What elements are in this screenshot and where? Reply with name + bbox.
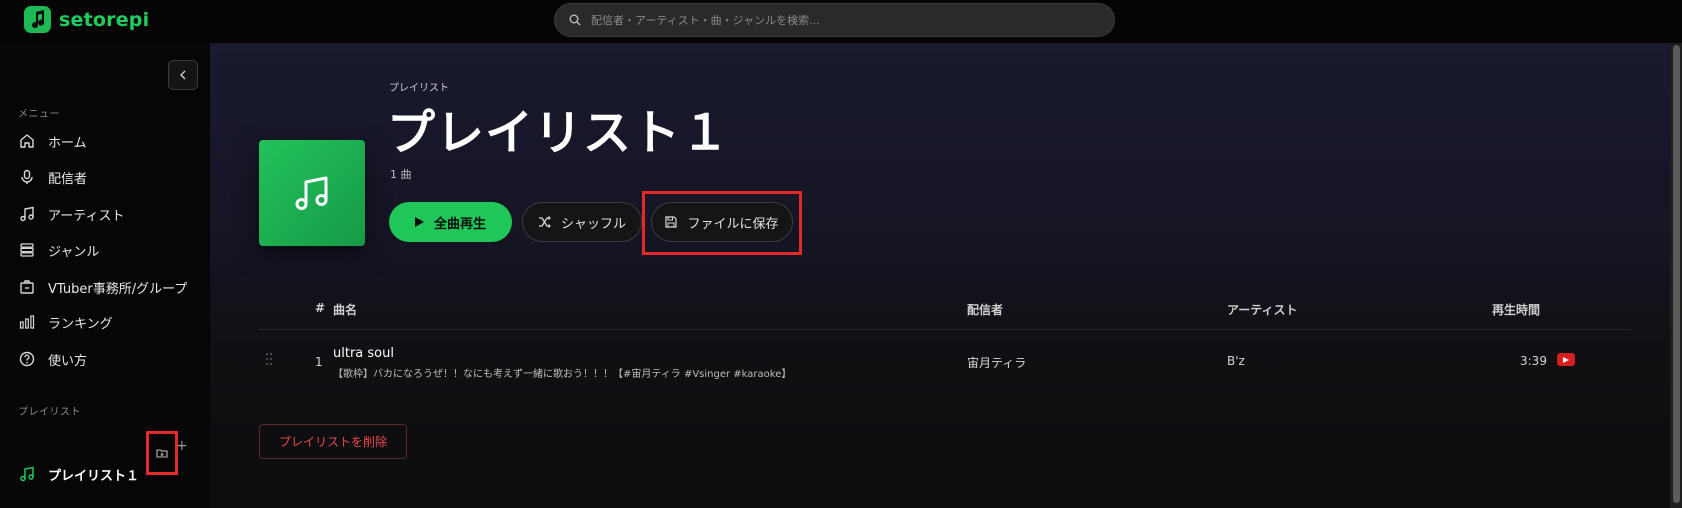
chevron-left-icon [180,70,186,80]
sidebar-item-label: ホーム [48,135,87,151]
column-header-title[interactable]: 曲名 [333,301,357,318]
logo[interactable]: setorepi [24,6,149,33]
sidebar-item-label: ランキング [48,316,113,332]
sidebar-item-agencies[interactable]: VTuber事務所/グループ [18,274,187,300]
search-input[interactable] [591,13,1071,27]
song-count: 1 曲 [390,168,412,181]
sidebar-item-label: ジャンル [48,244,100,260]
play-all-button[interactable]: 全曲再生 [389,202,512,242]
folder-icon [156,449,168,458]
music-note-icon [18,205,36,223]
column-header-streamer[interactable]: 配信者 [967,301,1003,318]
sidebar-item-help[interactable]: 使い方 [18,346,87,372]
layers-icon [18,241,36,259]
app-name: setorepi [59,8,150,31]
sidebar-item-streamers[interactable]: 配信者 [18,164,87,190]
column-header-num: # [315,301,326,315]
highlight-box [642,191,802,255]
sidebar-item-label: 配信者 [48,171,88,187]
sidebar-playlist-item[interactable]: プレイリスト１ [18,461,139,487]
youtube-icon[interactable] [1557,353,1575,366]
shuffle-icon [538,216,551,228]
scrollbar-thumb[interactable] [1673,45,1680,503]
music-note-icon [18,465,36,483]
main-content: プレイリスト プレイリスト１ 1 曲 全曲再生 シャッフル ファイルに保存 # … [210,43,1670,508]
delete-playlist-button[interactable]: プレイリストを削除 [259,424,407,459]
add-playlist-button[interactable]: + [176,438,188,454]
playlist-cover [259,140,365,246]
logo-music-icon [24,6,51,33]
shuffle-button[interactable]: シャッフル [522,202,642,242]
song-stream-title: 【歌枠】バカになろうぜ！！なにも考えず一緒に歌おう！！！【#宙月ティラ #Vsi… [333,369,792,380]
table-divider [259,329,1630,330]
collapse-sidebar-button[interactable] [168,60,198,90]
column-header-artist[interactable]: アーティスト [1227,301,1298,318]
building-icon [18,278,36,296]
row-number: 1 [315,355,323,369]
sidebar-item-label: 使い方 [48,353,88,369]
play-icon [414,217,424,227]
home-icon [18,132,36,150]
menu-section-label: メニュー [18,109,60,120]
play-all-label: 全曲再生 [433,216,486,232]
playlist-section-label: プレイリスト [18,407,81,418]
bar-chart-icon [18,313,36,331]
sidebar-item-label: アーティスト [48,208,125,224]
row-artist[interactable]: B'z [1227,354,1245,368]
shuffle-label: シャッフル [560,216,626,232]
sidebar-playlist-label: プレイリスト１ [48,468,140,484]
song-title[interactable]: ultra soul [333,346,394,361]
sidebar-item-genres[interactable]: ジャンル [18,237,99,263]
row-streamer[interactable]: 宙月ティラ [967,354,1026,371]
sidebar-item-ranking[interactable]: ランキング [18,309,113,335]
column-header-duration[interactable]: 再生時間 [1492,301,1540,318]
sidebar: メニュー ホーム 配信者 アーティスト ジャンル VTuber事務所/グループ … [0,43,210,508]
top-bar: setorepi [0,0,1682,43]
search-icon [569,14,581,26]
sidebar-item-home[interactable]: ホーム [18,128,87,154]
search-bar[interactable] [554,3,1115,37]
sidebar-item-label: VTuber事務所/グループ [48,281,188,297]
sidebar-item-artists[interactable]: アーティスト [18,201,124,227]
playlist-title: プレイリスト１ [387,105,731,161]
microphone-icon [18,168,36,186]
row-duration: 3:39 [1520,354,1547,368]
music-note-icon [295,176,328,210]
help-icon [18,350,36,368]
playlist-kind-label: プレイリスト [389,83,449,94]
drag-handle-icon[interactable] [265,352,273,366]
import-playlist-button[interactable] [146,431,178,475]
